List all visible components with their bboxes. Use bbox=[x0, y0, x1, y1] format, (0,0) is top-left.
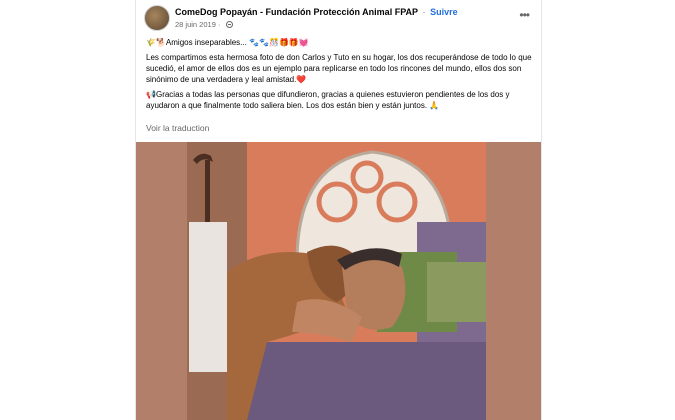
see-translation-link[interactable]: Voir la traduction bbox=[146, 123, 209, 133]
separator-dot: · bbox=[422, 7, 426, 17]
post-paragraph-2: Les compartimos esta hermosa foto de don… bbox=[146, 52, 534, 85]
post-card: ComeDog Popayán - Fundación Protección A… bbox=[135, 0, 542, 420]
photo-scene bbox=[187, 142, 486, 420]
post-text: 🌾🐕Amigos inseparables... 🐾🐾🎊🎁🎁💓 Les comp… bbox=[146, 37, 534, 115]
globe-icon bbox=[225, 21, 233, 28]
more-horizontal-icon[interactable]: ••• bbox=[519, 9, 530, 21]
line1-leading-emoji: 🌾🐕 bbox=[146, 38, 166, 47]
post-photo[interactable] bbox=[136, 142, 541, 420]
pray-emoji: 🙏 bbox=[429, 101, 440, 110]
post-paragraph-3: 📢Gracias a todas las personas que difund… bbox=[146, 89, 534, 111]
page-avatar[interactable] bbox=[144, 5, 170, 31]
post-paragraph-1: 🌾🐕Amigos inseparables... 🐾🐾🎊🎁🎁💓 bbox=[146, 37, 534, 48]
author-line: ComeDog Popayán - Fundación Protección A… bbox=[175, 7, 458, 17]
author-name[interactable]: ComeDog Popayán - Fundación Protección A… bbox=[175, 7, 418, 17]
post-header: ComeDog Popayán - Fundación Protección A… bbox=[144, 5, 533, 33]
follow-button[interactable]: Suivre bbox=[430, 7, 458, 17]
line1-text: Amigos inseparables... bbox=[165, 38, 250, 47]
post-date[interactable]: 28 juin 2019 bbox=[175, 20, 216, 29]
blanket bbox=[232, 342, 486, 420]
post-meta: 28 juin 2019 · bbox=[175, 20, 233, 29]
chair bbox=[189, 222, 227, 372]
heart-emoji: ❤️ bbox=[296, 75, 307, 84]
line2-text: Les compartimos esta hermosa foto de don… bbox=[146, 53, 532, 84]
line1-trailing-emoji: 🐾🐾🎊🎁🎁💓 bbox=[249, 38, 309, 47]
line3-text: Gracias a todas las personas que difundi… bbox=[146, 90, 510, 110]
megaphone-emoji: 📢 bbox=[146, 90, 156, 99]
meta-dot: · bbox=[217, 20, 221, 29]
